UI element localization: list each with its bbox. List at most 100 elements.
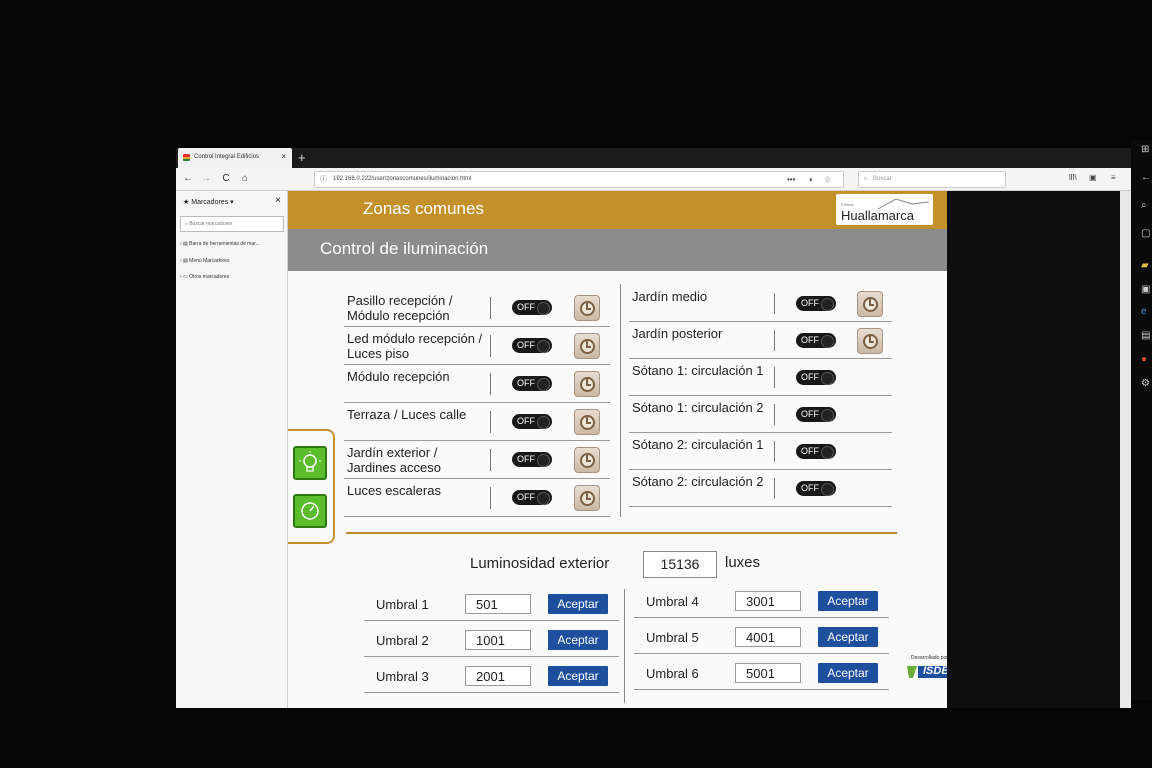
light-toggle[interactable]: OFF (796, 332, 836, 348)
accept-button[interactable]: Aceptar (818, 663, 878, 683)
accept-button[interactable]: Aceptar (548, 594, 608, 614)
row-separator (490, 297, 491, 319)
schedule-clock-icon[interactable] (857, 290, 883, 317)
info-icon[interactable]: ⓘ (320, 172, 327, 187)
sidebar-toggle-icon[interactable]: ▣ (1089, 173, 1097, 182)
toggle-state: OFF (801, 445, 819, 456)
accept-button[interactable]: Aceptar (548, 666, 608, 686)
bookmark-search-placeholder: Buscar marcadores (189, 221, 233, 227)
accept-button[interactable]: Aceptar (818, 627, 878, 647)
windows-icon[interactable]: ⊞ (1141, 144, 1149, 155)
row-divider (629, 321, 892, 322)
threshold-input[interactable]: 501 (465, 594, 531, 614)
new-tab-button[interactable]: + (298, 150, 306, 165)
schedule-clock-icon[interactable] (574, 371, 600, 397)
folder-icon[interactable]: ▰ (1141, 260, 1149, 271)
light-toggle[interactable]: OFF (512, 452, 552, 467)
light-toggle[interactable]: OFF (796, 369, 836, 385)
search-icon[interactable]: ⌕ (1141, 200, 1147, 211)
tab-close-icon[interactable]: × (281, 152, 286, 161)
threshold-input[interactable]: 4001 (735, 627, 801, 647)
light-toggle[interactable]: OFF (512, 490, 552, 505)
sidebar-close-icon[interactable]: × (275, 195, 281, 206)
side-menu-frame (288, 429, 335, 544)
search-field[interactable]: ⌕ Buscar (858, 171, 1006, 188)
navigation-bar: ← → C ⌂ ⓘ 192.168.0.222/user/zonascomune… (176, 168, 1131, 191)
row-separator (490, 373, 491, 395)
schedule-clock-icon[interactable] (574, 485, 600, 511)
store-icon[interactable]: ▣ (1141, 284, 1150, 295)
url-bar[interactable]: ⓘ 192.168.0.222/user/zonascomunes/ilumin… (314, 171, 844, 188)
row-separator (490, 449, 491, 471)
light-toggle[interactable]: OFF (796, 443, 836, 459)
row-divider (344, 326, 610, 327)
forward-button[interactable]: → (198, 171, 214, 187)
threshold-input[interactable]: 1001 (465, 630, 531, 650)
empty-viewport-area (947, 191, 1131, 708)
toggle-knob (821, 482, 834, 496)
page-title-band: Control de iluminación (288, 229, 947, 271)
schedule-clock-icon[interactable] (574, 447, 600, 473)
library-icon[interactable]: lll\ (1069, 173, 1077, 182)
luminosity-value: 15136 (643, 551, 717, 578)
home-button[interactable]: ⌂ (237, 171, 253, 187)
page-actions-icon[interactable]: ••• (787, 172, 795, 187)
light-toggle[interactable]: OFF (796, 406, 836, 422)
schedule-clock-icon[interactable] (574, 409, 600, 435)
browser-tab[interactable]: Control Integral Edificios × (178, 148, 292, 168)
light-toggle[interactable]: OFF (512, 300, 552, 315)
sidebar-header[interactable]: ★ Marcadores ▾ (183, 198, 234, 206)
threshold-divider-line (634, 617, 889, 618)
section-divider (346, 532, 897, 534)
edge-icon[interactable]: e (1141, 306, 1147, 317)
bookmark-search-input[interactable]: ⌕ Buscar marcadores (180, 216, 284, 232)
logo-small-text: Edificio (841, 202, 854, 207)
threshold-input[interactable]: 5001 (735, 663, 801, 683)
light-label: Jardín posterior (632, 325, 723, 341)
toggle-state: OFF (517, 378, 535, 388)
task-view-icon[interactable]: ▢ (1141, 228, 1150, 239)
light-toggle[interactable]: OFF (512, 414, 552, 429)
sidebar-item-menu[interactable]: › ▤ Menú Marcadores (180, 258, 229, 264)
back-button[interactable]: ← (180, 171, 196, 187)
sidebar-item-other[interactable]: › ▭ Otros marcadores (180, 274, 229, 280)
menu-icon[interactable]: ≡ (1111, 173, 1116, 182)
toggle-state: OFF (517, 492, 535, 502)
row-divider (344, 440, 610, 441)
gauge-menu-button[interactable] (293, 494, 327, 528)
toggle-state: OFF (801, 334, 819, 345)
light-toggle[interactable]: OFF (512, 338, 552, 353)
sidebar-item-toolbar[interactable]: › ▤ Barra de herramientas de mar... (180, 241, 260, 247)
light-toggle[interactable]: OFF (796, 295, 836, 311)
settings-gear-icon[interactable]: ⚙ (1141, 378, 1150, 389)
firefox-icon[interactable]: ● (1141, 354, 1147, 365)
reload-button[interactable]: C (218, 171, 234, 187)
toggle-state: OFF (517, 454, 535, 464)
scrollbar[interactable] (1120, 191, 1131, 708)
schedule-clock-icon[interactable] (857, 327, 883, 354)
back-arrow-icon[interactable]: ← (1141, 172, 1151, 183)
light-toggle[interactable]: OFF (512, 376, 552, 391)
accept-button[interactable]: Aceptar (548, 630, 608, 650)
toggle-state: OFF (517, 340, 535, 350)
threshold-input[interactable]: 3001 (735, 591, 801, 611)
logo-big-text: Huallamarca (841, 208, 914, 223)
toggle-knob (537, 416, 550, 429)
light-label: Sótano 1: circulación 1 (632, 362, 764, 378)
bookmark-star-icon[interactable]: ☆ (824, 172, 831, 187)
schedule-clock-icon[interactable] (574, 295, 600, 321)
pocket-icon[interactable]: ◐ (809, 172, 814, 187)
threshold-label: Umbral 5 (646, 630, 699, 645)
toggle-state: OFF (517, 302, 535, 312)
threshold-divider-line (364, 620, 619, 621)
lighting-menu-button[interactable] (293, 446, 327, 480)
lightbulb-icon (299, 451, 321, 472)
threshold-input[interactable]: 2001 (465, 666, 531, 686)
accept-button[interactable]: Aceptar (818, 591, 878, 611)
toggle-state: OFF (801, 371, 819, 382)
light-toggle[interactable]: OFF (796, 480, 836, 496)
app-icon[interactable]: ▤ (1141, 330, 1150, 341)
tab-bar: Control Integral Edificios × + (176, 148, 1131, 168)
schedule-clock-icon[interactable] (574, 333, 600, 359)
browser-window: Control Integral Edificios × + ← → C ⌂ ⓘ… (176, 148, 1131, 708)
